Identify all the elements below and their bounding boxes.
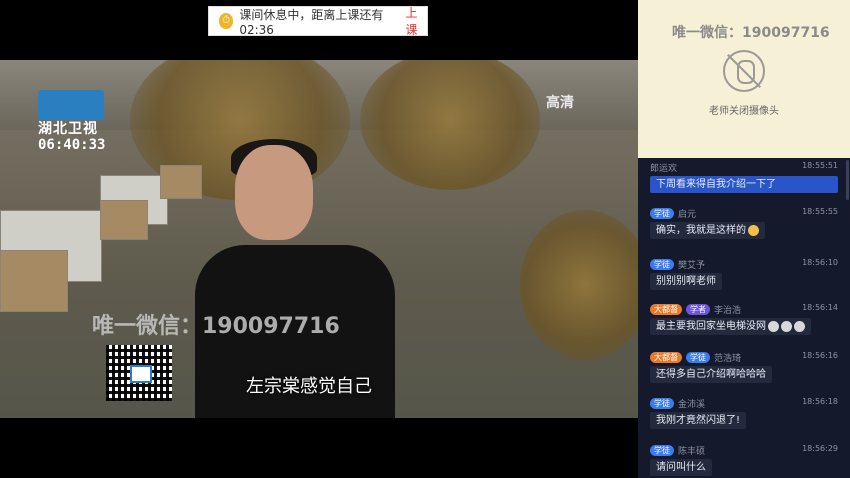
chat-bubble: 请问叫什么 — [650, 459, 712, 476]
chat-username: 金沛溪 — [678, 399, 706, 410]
chat-bubble: 下周看来得自我介绍一下了 — [650, 176, 838, 193]
chat-username: 樊艾予 — [678, 260, 706, 271]
chat-meta: 学徒 陈丰硕 — [650, 443, 705, 457]
chat-bubble: 确实，我就是这样的 — [650, 222, 765, 239]
chat-time: 18:56:10 — [802, 258, 838, 267]
chat-text: 最主要我回家坐电梯没网 — [656, 321, 766, 332]
break-notice: ⏱ 课间休息中，距离上课还有02:36 上课 — [208, 4, 428, 38]
chat-meta: 郎运欢 — [650, 160, 677, 174]
chat-time: 18:56:29 — [802, 444, 838, 453]
quality-label: 高清 — [546, 95, 574, 111]
chat-text: 下周看来得自我介绍一下了 — [656, 179, 776, 190]
chat-text: 确实，我就是这样的 — [656, 225, 746, 236]
start-class-button[interactable]: 上课 — [405, 4, 427, 38]
teacher-camera-panel: 唯一微信：190097716 老师关闭摄像头 — [638, 0, 850, 158]
chat-text: 请问叫什么 — [656, 462, 706, 473]
user-badge: 学者 — [686, 303, 710, 315]
break-notice-text: 课间休息中，距离上课还有02:36 — [239, 7, 384, 37]
video-area: 湖北卫视 06:40:33 高清 唯一微信：190097716 左宗棠感觉自己 … — [0, 0, 638, 478]
qr-code — [106, 345, 172, 401]
chat-scrollbar[interactable] — [846, 160, 849, 200]
user-badge: 学徒 — [650, 444, 674, 456]
chat-meta: 学徒 启元 — [650, 206, 696, 220]
chat-panel[interactable]: 郎运欢 18:55:51 下周看来得自我介绍一下了 学徒 启元 18:55:55 确实，我就… — [638, 158, 850, 478]
camera-watermark: 唯一微信：190097716 — [672, 25, 830, 41]
user-badge: 学徒 — [650, 258, 674, 270]
chat-time: 18:56:18 — [802, 397, 838, 406]
user-badge: 学徒 — [686, 351, 710, 363]
chat-text: 别别别啊老师 — [656, 276, 716, 287]
emoji-icon — [768, 320, 779, 332]
chat-username: 李治浩 — [714, 305, 742, 316]
chat-bubble: 还得多自己介绍啊哈哈哈 — [650, 366, 772, 383]
video-subtitle: 左宗棠感觉自己 — [246, 376, 372, 397]
emoji-icon — [748, 224, 759, 236]
channel-logo — [38, 90, 104, 120]
timer-icon: ⏱ — [219, 13, 234, 29]
chat-time: 18:56:16 — [802, 351, 838, 360]
chat-username: 郎运欢 — [650, 163, 678, 174]
chat-username: 启元 — [678, 209, 697, 220]
emoji-icon — [781, 320, 792, 332]
user-badge: 学徒 — [650, 397, 674, 409]
chat-time: 18:55:51 — [802, 161, 838, 170]
chat-time: 18:56:14 — [802, 303, 838, 312]
camera-off-icon — [723, 50, 765, 92]
channel-name: 湖北卫视 — [38, 121, 98, 137]
broadcast-clock: 06:40:33 — [38, 137, 106, 153]
chat-bubble: 我刚才竟然闪退了! — [650, 412, 747, 429]
chat-meta: 大都督 学者 李治浩 — [650, 302, 741, 316]
chat-meta: 学徒 金沛溪 — [650, 396, 705, 410]
user-badge: 大都督 — [650, 303, 682, 315]
video-watermark: 唯一微信：190097716 — [92, 314, 340, 339]
chat-text: 我刚才竟然闪退了! — [656, 415, 741, 426]
user-badge: 大都督 — [650, 351, 682, 363]
chat-bubble: 别别别啊老师 — [650, 273, 722, 290]
chat-meta: 大都督 学徒 范浩琦 — [650, 350, 741, 364]
chat-bubble: 最主要我回家坐电梯没网 — [650, 318, 811, 335]
chat-time: 18:55:55 — [802, 207, 838, 216]
chat-meta: 学徒 樊艾予 — [650, 257, 705, 271]
chat-text: 还得多自己介绍啊哈哈哈 — [656, 369, 766, 380]
chat-username: 范浩琦 — [714, 353, 742, 364]
emoji-icon — [794, 320, 805, 332]
camera-status: 老师关闭摄像头 — [709, 106, 779, 117]
user-badge: 学徒 — [650, 207, 674, 219]
chat-username: 陈丰硕 — [678, 446, 706, 457]
